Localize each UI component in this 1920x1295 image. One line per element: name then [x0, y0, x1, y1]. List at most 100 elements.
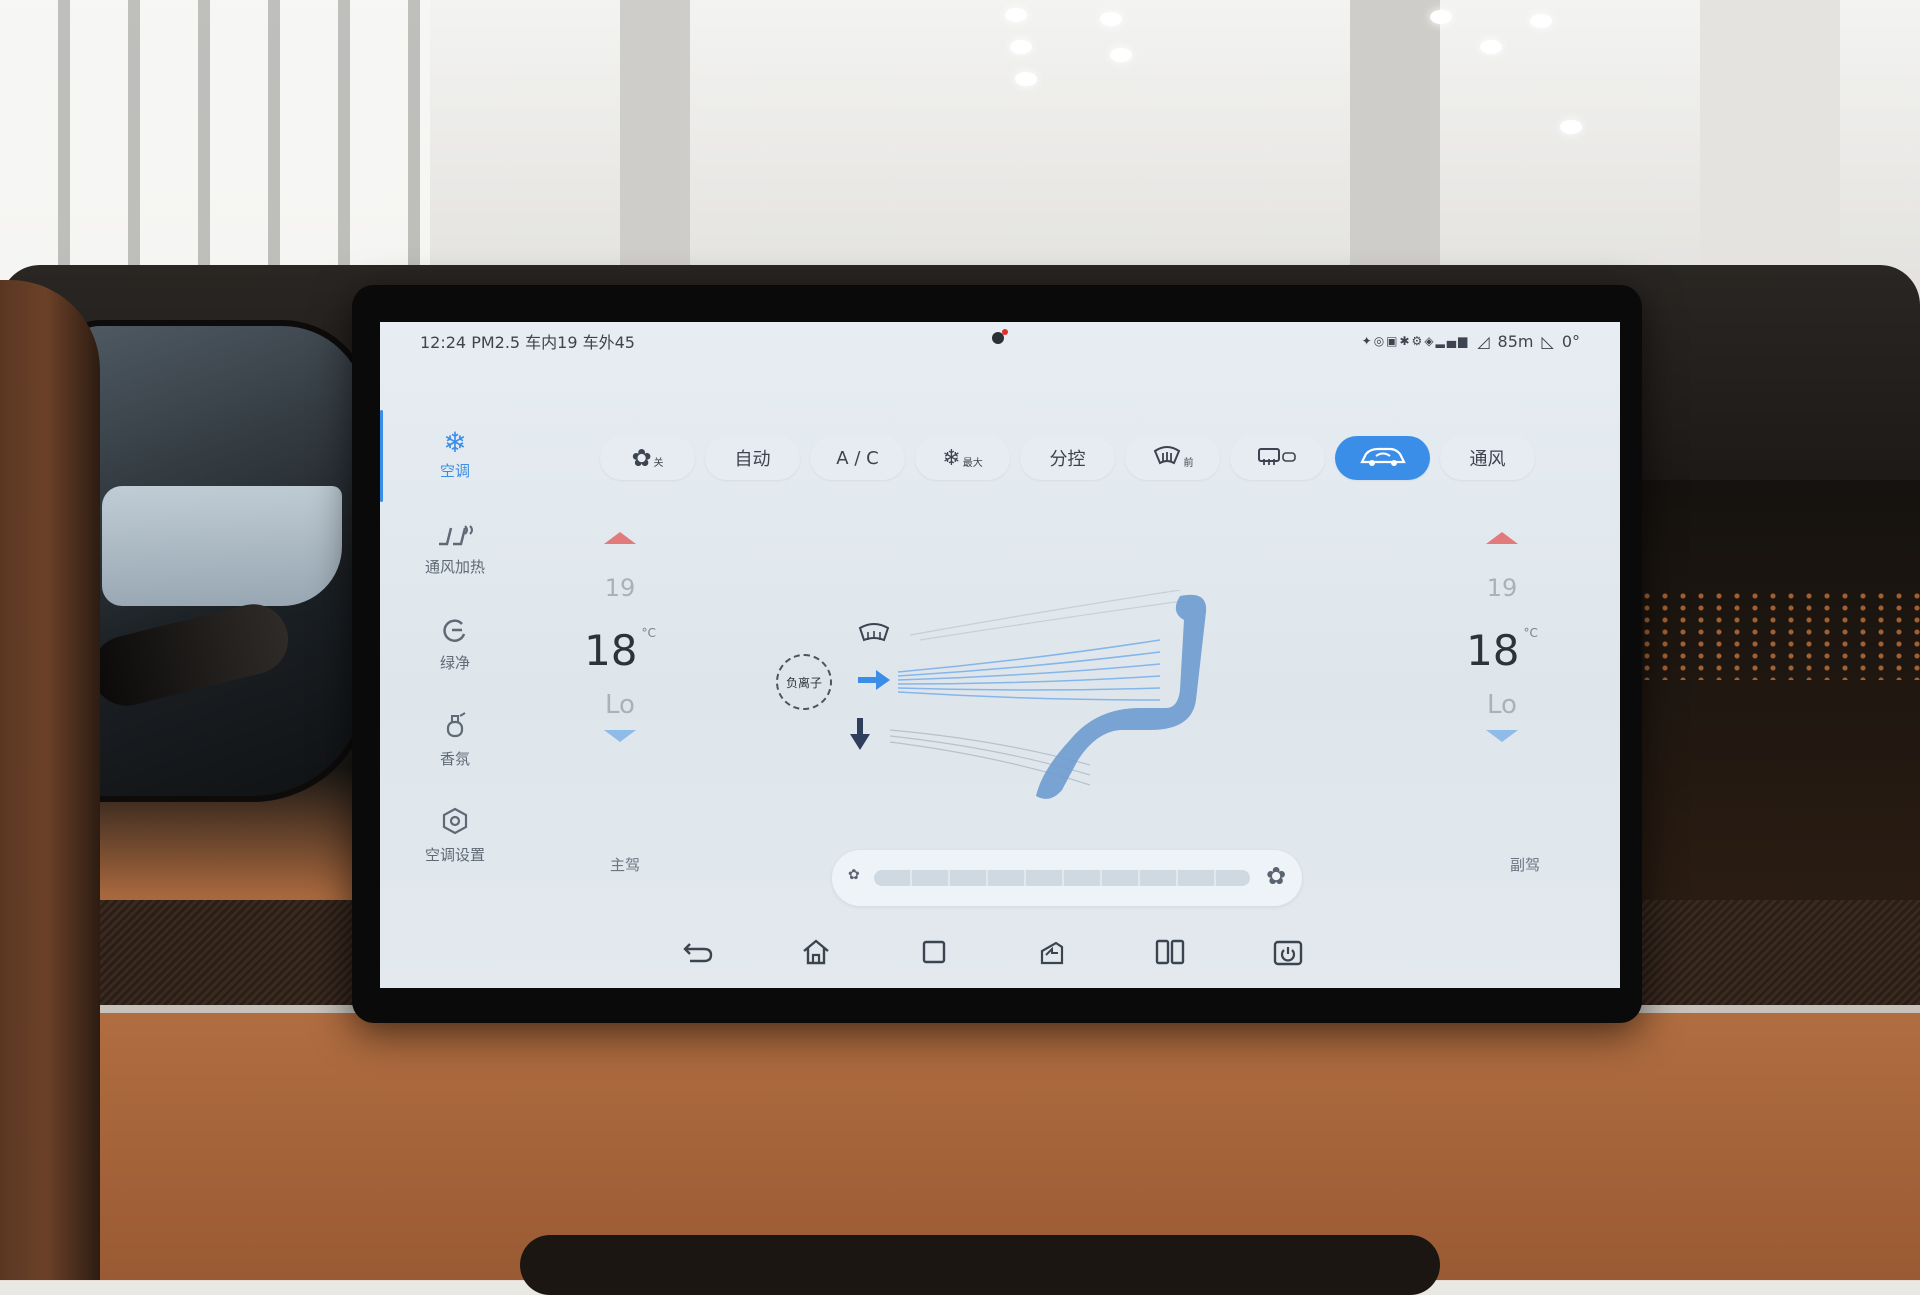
sidebar-item-label: 通风加热 — [424, 558, 485, 576]
ceiling-light — [1015, 72, 1037, 86]
power-icon[interactable] — [1270, 934, 1306, 970]
ceiling-light — [1110, 48, 1132, 62]
snowflake-icon: ❄ — [443, 426, 467, 459]
rear-defrost-button[interactable] — [1230, 436, 1325, 480]
driver-temp-down-button[interactable] — [604, 730, 636, 742]
driver-temp-next: 19 — [604, 574, 636, 602]
recent-apps-icon[interactable] — [916, 934, 952, 970]
max-cool-button[interactable]: ❄ 最大 — [915, 436, 1010, 480]
passenger-temp-current: 18 °C — [1422, 626, 1582, 678]
passenger-temp-up-button[interactable] — [1486, 532, 1518, 544]
driver-temp-prev: Lo — [605, 690, 635, 720]
seat-icon — [1036, 594, 1207, 799]
fan-icon: ✿ — [631, 444, 652, 472]
camera-icon — [992, 329, 1008, 344]
sidebar-item-fragrance[interactable]: 香氛 — [380, 710, 530, 769]
status-icons: ✦◎▣✱⚙◈▂▄▆ — [1361, 334, 1470, 348]
sidebar-item-seat-ventilation[interactable]: 通风加热 — [380, 522, 530, 577]
driver-temp-control: 19 18 °C Lo — [540, 532, 700, 862]
instrument-cluster — [60, 320, 372, 802]
climate-mode-buttons: ✿ 关 自动 A / C ❄ 最大 分控 前 通风 — [600, 436, 1535, 480]
showroom-pillar — [1700, 0, 1840, 300]
ceiling-light — [1430, 10, 1452, 24]
sidebar-item-label: 绿净 — [439, 654, 470, 672]
instrument-cluster-screen — [102, 486, 342, 606]
system-nav-bar — [380, 922, 1620, 982]
recirculation-icon — [1358, 444, 1408, 473]
back-icon[interactable] — [680, 934, 716, 970]
status-right-group: ✦◎▣✱⚙◈▂▄▆ ◿ 85m ◺ 0° — [1362, 332, 1580, 351]
ceiling-light — [1530, 14, 1552, 28]
sidebar-item-air-purify[interactable]: 绿净 — [380, 616, 530, 673]
dual-zone-label: 分控 — [1049, 449, 1086, 470]
air-purify-icon — [380, 616, 530, 650]
anion-label: 负离子 — [785, 675, 822, 690]
airflow-illustration — [850, 590, 1207, 799]
ventilation-label: 通风 — [1469, 449, 1506, 470]
sidebar-item-ac-settings[interactable]: 空调设置 — [380, 806, 530, 865]
windshield-airflow-lines — [909, 590, 1191, 641]
fan-high-icon: ✿ — [1266, 862, 1287, 890]
passenger-temp-unit: °C — [1523, 626, 1538, 640]
driver-temp-value: 18 — [584, 626, 638, 675]
passenger-seat-label: 副驾 — [1510, 856, 1541, 874]
passenger-temp-prev: Lo — [1487, 690, 1517, 720]
home-icon[interactable] — [798, 934, 834, 970]
ac-label: A / C — [836, 447, 879, 469]
face-airflow-arrow — [858, 670, 890, 690]
passenger-temp-control: 19 18 °C Lo — [1422, 532, 1582, 862]
dual-zone-button[interactable]: 分控 — [1020, 436, 1115, 480]
fan-low-icon: ✿ — [848, 867, 860, 883]
fan-speed-slider[interactable]: ✿ ✿ — [832, 850, 1302, 906]
fan-off-label: 关 — [653, 458, 664, 469]
fan-speed-track[interactable] — [874, 870, 1250, 886]
passenger-temp-value: 18 — [1466, 626, 1520, 675]
driver-temp-current: 18 °C — [540, 626, 700, 678]
ventilation-button[interactable]: 通风 — [1440, 436, 1535, 480]
status-altitude: 85m — [1497, 331, 1534, 351]
status-angle-icon: ◺ — [1541, 331, 1554, 351]
status-angle: 0° — [1561, 331, 1580, 351]
ac-button[interactable]: A / C — [810, 436, 905, 480]
anion-button[interactable]: 负离子 — [776, 654, 832, 710]
showroom-window — [0, 0, 430, 300]
status-altitude-icon: ◿ — [1477, 331, 1490, 351]
ceiling-light — [1005, 8, 1027, 22]
sidebar-item-label: 空调设置 — [424, 846, 485, 864]
front-defrost-button[interactable]: 前 — [1125, 436, 1220, 480]
passenger-temp-next: 19 — [1486, 574, 1518, 602]
ceiling-light — [1010, 40, 1032, 54]
climate-sidebar: ❄ 空调 通风加热 绿净 香氛 空调设置 — [380, 410, 530, 864]
split-screen-icon[interactable] — [1152, 934, 1188, 970]
sidebar-item-label: 空调 — [439, 462, 470, 480]
status-left-text: 12:24 PM2.5 车内19 车外45 — [420, 333, 635, 352]
driver-temp-unit: °C — [641, 626, 656, 640]
showroom-pillar — [620, 0, 690, 300]
rear-defrost-icon — [1256, 445, 1300, 472]
showroom-pillar — [1350, 0, 1440, 300]
feet-airflow-arrow — [850, 718, 870, 750]
driver-temp-up-button[interactable] — [604, 532, 636, 544]
front-defrost-label: 前 — [1183, 458, 1194, 469]
passenger-temp-down-button[interactable] — [1486, 730, 1518, 742]
ceiling-light — [1480, 40, 1502, 54]
auto-button[interactable]: 自动 — [705, 436, 800, 480]
max-cool-icon: ❄ — [942, 445, 961, 471]
air-vent — [520, 1235, 1440, 1295]
ambient-light-pattern — [1620, 590, 1920, 680]
sidebar-item-ac[interactable]: ❄ 空调 — [380, 428, 530, 481]
dashboard-right-panel — [1600, 480, 1920, 900]
ceiling-light — [1560, 120, 1582, 134]
sidebar-item-label: 香氛 — [439, 750, 470, 768]
climate-control-screen: 12:24 PM2.5 车内19 车外45 ✦◎▣✱⚙◈▂▄▆ ◿ 85m ◺ … — [380, 322, 1620, 988]
fan-off-button[interactable]: ✿ 关 — [600, 436, 695, 480]
seat-heat-icon — [380, 522, 530, 554]
driver-seat-label: 主驾 — [610, 856, 641, 874]
ceiling-light — [1100, 12, 1122, 26]
recirculation-button[interactable] — [1335, 436, 1430, 480]
steering-wheel — [0, 280, 100, 1280]
front-defrost-icon — [1152, 445, 1182, 472]
driving-mode-icon[interactable] — [1034, 934, 1070, 970]
settings-icon — [380, 806, 530, 842]
windshield-airflow-icon — [858, 623, 890, 642]
